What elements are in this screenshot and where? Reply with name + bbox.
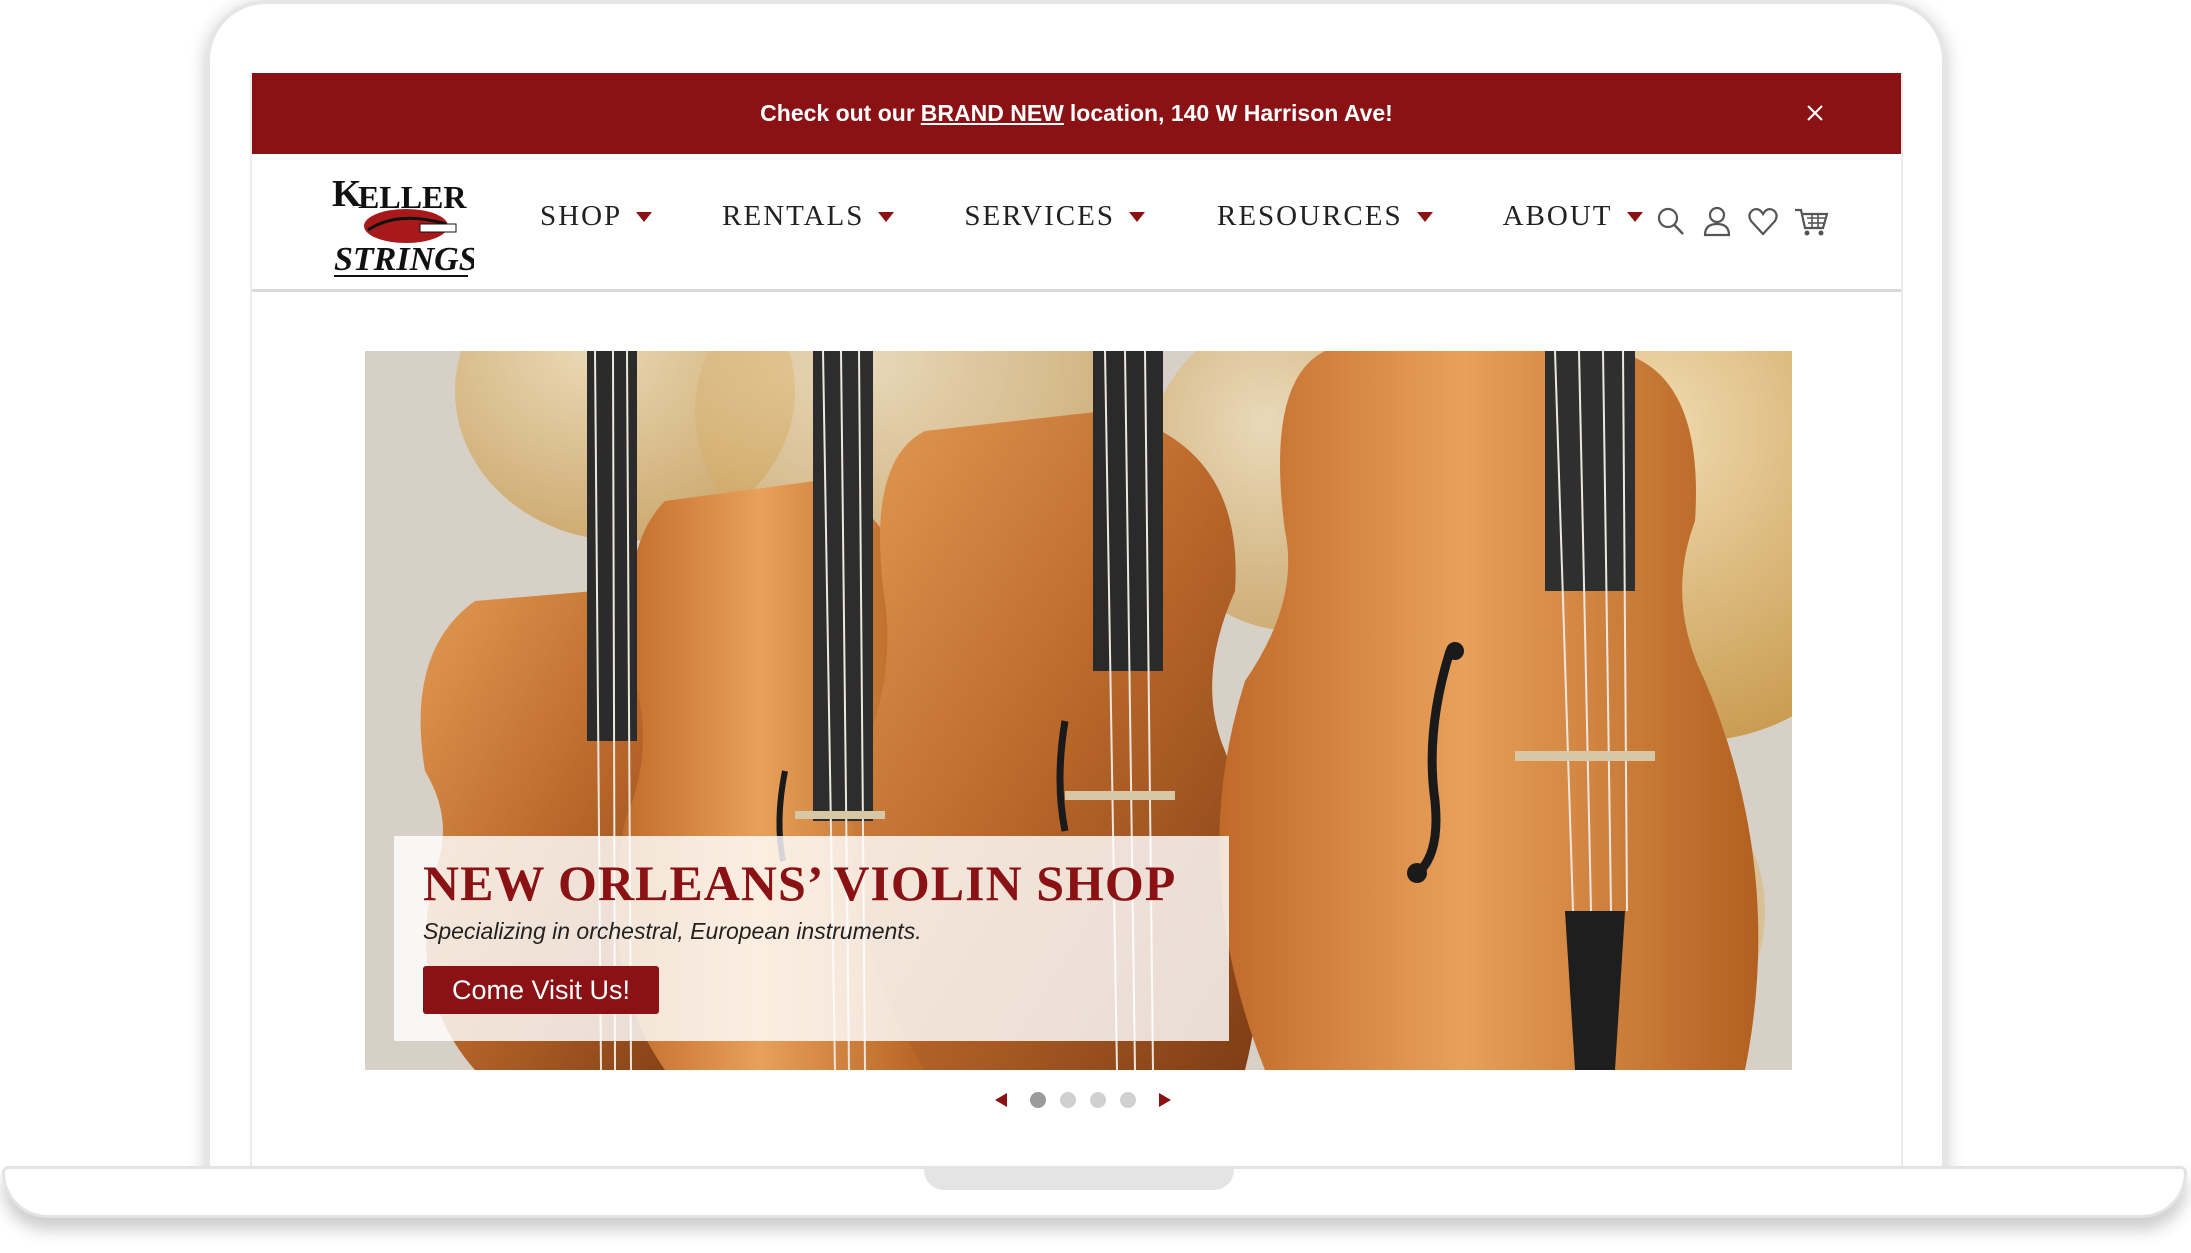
caret-down-icon: [636, 211, 653, 222]
keller-strings-logo[interactable]: K ELLER STRINGS: [328, 166, 478, 284]
close-icon[interactable]: [1799, 97, 1831, 129]
wishlist-heart-icon[interactable]: [1747, 204, 1779, 238]
laptop-notch: [924, 1166, 1234, 1190]
hero-caption: NEW ORLEANS’ VIOLIN SHOP Specializing in…: [394, 836, 1229, 1041]
slider-dot-1[interactable]: [1030, 1092, 1046, 1108]
main-nav: SHOP RENTALS SERVICES RESOURCES ABOUT: [540, 200, 1643, 233]
site-header: K ELLER STRINGS SHOP RENTALS SERVICES RE…: [252, 154, 1901, 292]
account-icon[interactable]: [1701, 204, 1733, 238]
announcement-suffix: location, 140 W Harrison Ave!: [1069, 100, 1393, 126]
nav-shop-label: SHOP: [540, 200, 623, 232]
slider-controls: [995, 1092, 1171, 1108]
slider-dot-3[interactable]: [1090, 1092, 1106, 1108]
hero-subtitle: Specializing in orchestral, European ins…: [423, 918, 922, 944]
nav-about-label: ABOUT: [1502, 200, 1613, 232]
hero-title: NEW ORLEANS’ VIOLIN SHOP: [423, 855, 1177, 911]
search-icon[interactable]: [1655, 204, 1687, 238]
nav-shop[interactable]: SHOP: [540, 200, 653, 233]
nav-rentals-label: RENTALS: [722, 200, 865, 232]
nav-resources[interactable]: RESOURCES: [1217, 200, 1433, 233]
caret-down-icon: [1626, 211, 1643, 222]
caret-down-icon: [1416, 211, 1433, 222]
come-visit-button[interactable]: Come Visit Us!: [423, 966, 659, 1014]
nav-services[interactable]: SERVICES: [964, 200, 1145, 233]
announcement-link[interactable]: BRAND NEW: [921, 100, 1064, 127]
announcement-prefix: Check out our: [760, 100, 915, 126]
prev-arrow-icon[interactable]: [995, 1093, 1007, 1107]
cart-icon[interactable]: [1793, 204, 1829, 238]
nav-services-label: SERVICES: [964, 200, 1115, 232]
caret-down-icon: [878, 211, 895, 222]
announcement-bar: Check out our BRAND NEW location, 140 W …: [252, 73, 1901, 154]
hero-slide[interactable]: NEW ORLEANS’ VIOLIN SHOP Specializing in…: [365, 351, 1792, 1070]
nav-rentals[interactable]: RENTALS: [722, 200, 895, 233]
slider-dot-2[interactable]: [1060, 1092, 1076, 1108]
browser-screen: Check out our BRAND NEW location, 140 W …: [250, 73, 1903, 1168]
svg-text:STRINGS: STRINGS: [334, 241, 474, 278]
caret-down-icon: [1129, 211, 1145, 222]
header-icons: [1655, 204, 1829, 238]
nav-about[interactable]: ABOUT: [1503, 200, 1643, 233]
next-arrow-icon[interactable]: [1159, 1093, 1171, 1107]
nav-resources-label: RESOURCES: [1217, 200, 1403, 232]
slider-dot-4[interactable]: [1120, 1092, 1136, 1108]
